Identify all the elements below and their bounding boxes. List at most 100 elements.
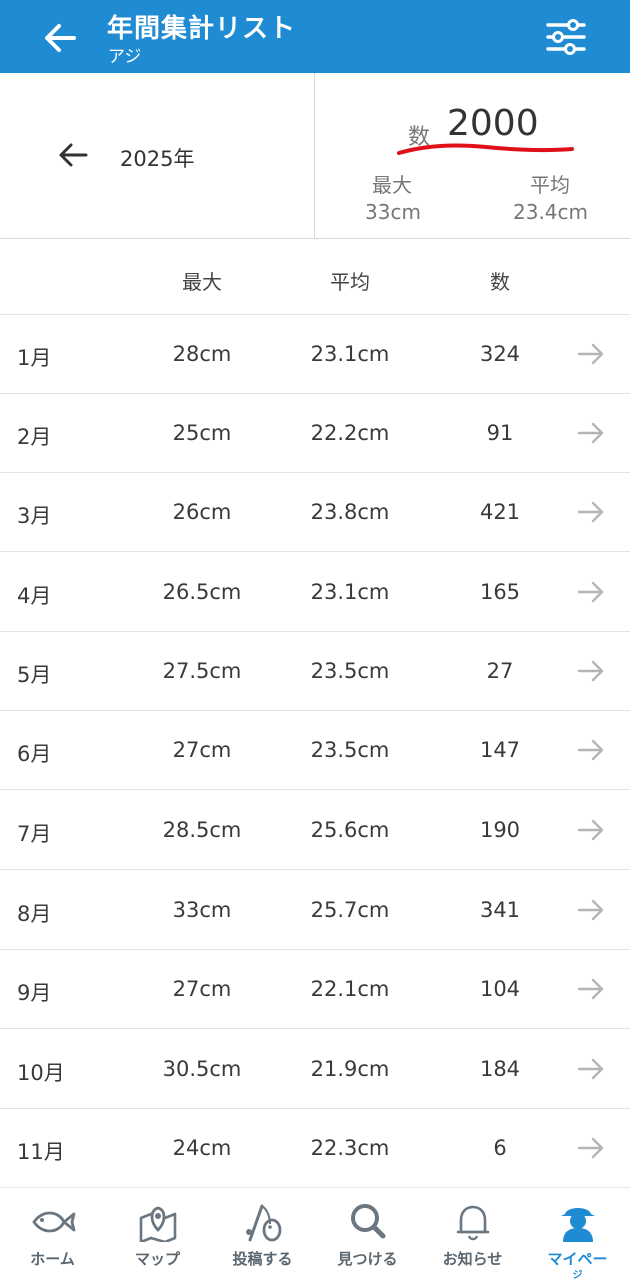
- table-row[interactable]: 9月 27cm 22.1cm 104: [0, 949, 630, 1029]
- table-row[interactable]: 3月 26cm 23.8cm 421: [0, 472, 630, 552]
- row-month: 5月: [17, 663, 52, 687]
- row-max: 28cm: [172, 342, 232, 366]
- row-max: 30.5cm: [162, 1057, 242, 1081]
- row-max: 24cm: [172, 1136, 232, 1160]
- row-avg: 25.6cm: [310, 818, 390, 842]
- table-header: 最大 平均 数: [0, 238, 630, 315]
- red-underline-annotation: [397, 143, 574, 155]
- map-pin-icon: [139, 1206, 177, 1242]
- arrow-right-icon: [577, 422, 604, 444]
- row-avg: 23.1cm: [310, 580, 390, 604]
- row-month: 2月: [17, 425, 52, 449]
- table-row[interactable]: 2月 25cm 22.2cm 91: [0, 393, 630, 473]
- row-month: 1月: [17, 346, 52, 370]
- year-summary: 2025年 数 2000 最大 33cm 平均 23.4cm: [0, 73, 630, 239]
- row-avg: 22.3cm: [310, 1136, 390, 1160]
- row-avg: 21.9cm: [310, 1057, 390, 1081]
- page-subtitle: アジ: [108, 47, 142, 67]
- app-bar: 年間集計リスト アジ: [0, 0, 630, 73]
- row-avg: 23.8cm: [310, 500, 390, 524]
- row-avg: 23.1cm: [310, 342, 390, 366]
- nav-label: お知らせ: [442, 1250, 503, 1268]
- column-header-max: 最大: [182, 270, 222, 294]
- nav-mypage[interactable]: マイペー ジ: [525, 1188, 630, 1281]
- table-row[interactable]: 11月 24cm 22.3cm 6: [0, 1108, 630, 1188]
- arrow-right-icon: [577, 819, 604, 841]
- row-avg: 23.5cm: [310, 738, 390, 762]
- arrow-right-icon: [577, 978, 604, 1000]
- arrow-right-icon: [577, 660, 604, 682]
- row-max: 27cm: [172, 977, 232, 1001]
- row-count: 421: [479, 500, 521, 524]
- arrow-right-icon: [577, 501, 604, 523]
- nav-label: マップ: [134, 1250, 180, 1268]
- row-count: 104: [479, 977, 521, 1001]
- row-month: 9月: [17, 981, 52, 1005]
- nav-home[interactable]: ホーム: [0, 1188, 105, 1281]
- row-avg: 22.1cm: [310, 977, 390, 1001]
- row-count: 91: [486, 421, 514, 445]
- previous-year-arrow-icon[interactable]: [56, 139, 90, 171]
- table-row[interactable]: 4月 26.5cm 23.1cm 165: [0, 552, 630, 632]
- page-title: 年間集計リスト: [107, 14, 297, 44]
- row-avg: 25.7cm: [310, 898, 390, 922]
- max-label: 最大: [372, 173, 412, 197]
- row-avg: 22.2cm: [310, 421, 390, 445]
- row-count: 190: [479, 818, 521, 842]
- row-count: 184: [479, 1057, 521, 1081]
- year-label: 2025年: [120, 147, 195, 171]
- row-month: 4月: [17, 584, 52, 608]
- row-max: 26.5cm: [162, 580, 242, 604]
- row-month: 10月: [17, 1061, 65, 1085]
- column-header-count: 数: [490, 270, 510, 294]
- nav-find[interactable]: 見つける: [315, 1188, 420, 1281]
- arrow-right-icon: [577, 739, 604, 761]
- row-count: 27: [486, 659, 514, 683]
- row-month: 11月: [17, 1140, 65, 1164]
- avg-value: 23.4cm: [513, 200, 589, 224]
- row-count: 147: [479, 738, 521, 762]
- nav-post[interactable]: 投稿する: [210, 1188, 315, 1281]
- sliders-icon[interactable]: [544, 18, 588, 56]
- max-value: 33cm: [365, 200, 421, 224]
- row-count: 341: [479, 898, 521, 922]
- arrow-left-icon[interactable]: [40, 18, 80, 58]
- row-count: 324: [479, 342, 521, 366]
- row-max: 25cm: [172, 421, 232, 445]
- row-max: 27.5cm: [162, 659, 242, 683]
- nav-label: ホーム: [30, 1250, 75, 1268]
- row-month: 6月: [17, 742, 52, 766]
- nav-map[interactable]: マップ: [105, 1188, 210, 1281]
- table-row[interactable]: 5月 27.5cm 23.5cm 27: [0, 631, 630, 711]
- table-row[interactable]: 1月 28cm 23.1cm 324: [0, 314, 630, 394]
- row-count: 165: [479, 580, 521, 604]
- arrow-right-icon: [577, 343, 604, 365]
- arrow-right-icon: [577, 1058, 604, 1080]
- summary-divider: [314, 73, 315, 238]
- search-icon: [351, 1204, 386, 1239]
- column-header-avg: 平均: [330, 270, 370, 294]
- bottom-navigation: ホーム マップ 投稿する 見つける お知らせ マイペー ジ: [0, 1187, 630, 1281]
- arrow-right-icon: [577, 1137, 604, 1159]
- arrow-right-icon: [577, 581, 604, 603]
- table-row[interactable]: 8月 33cm 25.7cm 341: [0, 870, 630, 950]
- fishing-rod-icon: [246, 1204, 282, 1242]
- table-row[interactable]: 6月 27cm 23.5cm 147: [0, 710, 630, 790]
- row-month: 3月: [17, 504, 52, 528]
- row-count: 6: [493, 1136, 507, 1160]
- bell-icon: [456, 1205, 490, 1241]
- row-month: 7月: [17, 822, 52, 846]
- row-max: 28.5cm: [162, 818, 242, 842]
- nav-notifications[interactable]: お知らせ: [420, 1188, 525, 1281]
- fish-icon: [32, 1211, 76, 1233]
- user-cap-icon: [561, 1208, 595, 1242]
- table-row[interactable]: 10月 30.5cm 21.9cm 184: [0, 1029, 630, 1109]
- table-row[interactable]: 7月 28.5cm 25.6cm 190: [0, 790, 630, 870]
- nav-label-overflow: ジ: [572, 1270, 583, 1281]
- row-max: 27cm: [172, 738, 232, 762]
- nav-label: 投稿する: [232, 1250, 293, 1268]
- avg-label: 平均: [530, 173, 570, 197]
- row-max: 26cm: [172, 500, 232, 524]
- row-max: 33cm: [172, 898, 232, 922]
- total-count-value: 2000: [447, 103, 539, 144]
